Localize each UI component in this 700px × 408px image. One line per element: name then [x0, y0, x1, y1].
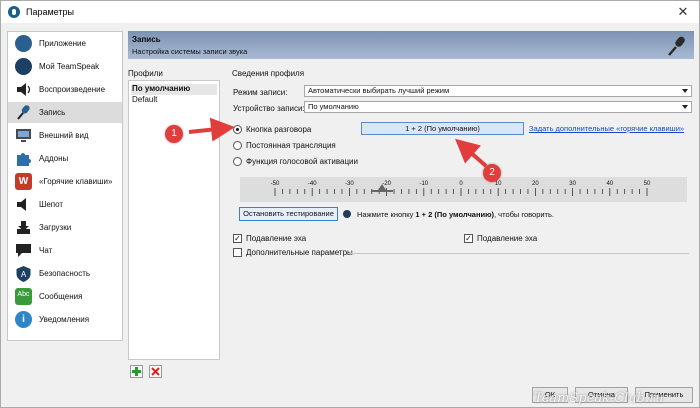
settings-window: Параметры ✕ Приложение Мой TeamSpeak Вос… — [0, 0, 700, 408]
arrow-2 — [454, 138, 488, 168]
annotation-badge-1: 1 — [165, 125, 183, 143]
watermark: TeamSpeak-Club.ru — [534, 391, 664, 406]
annotation-badge-2: 2 — [483, 164, 501, 182]
tutorial-arrows — [188, 117, 488, 168]
arrow-1 — [188, 117, 235, 142]
